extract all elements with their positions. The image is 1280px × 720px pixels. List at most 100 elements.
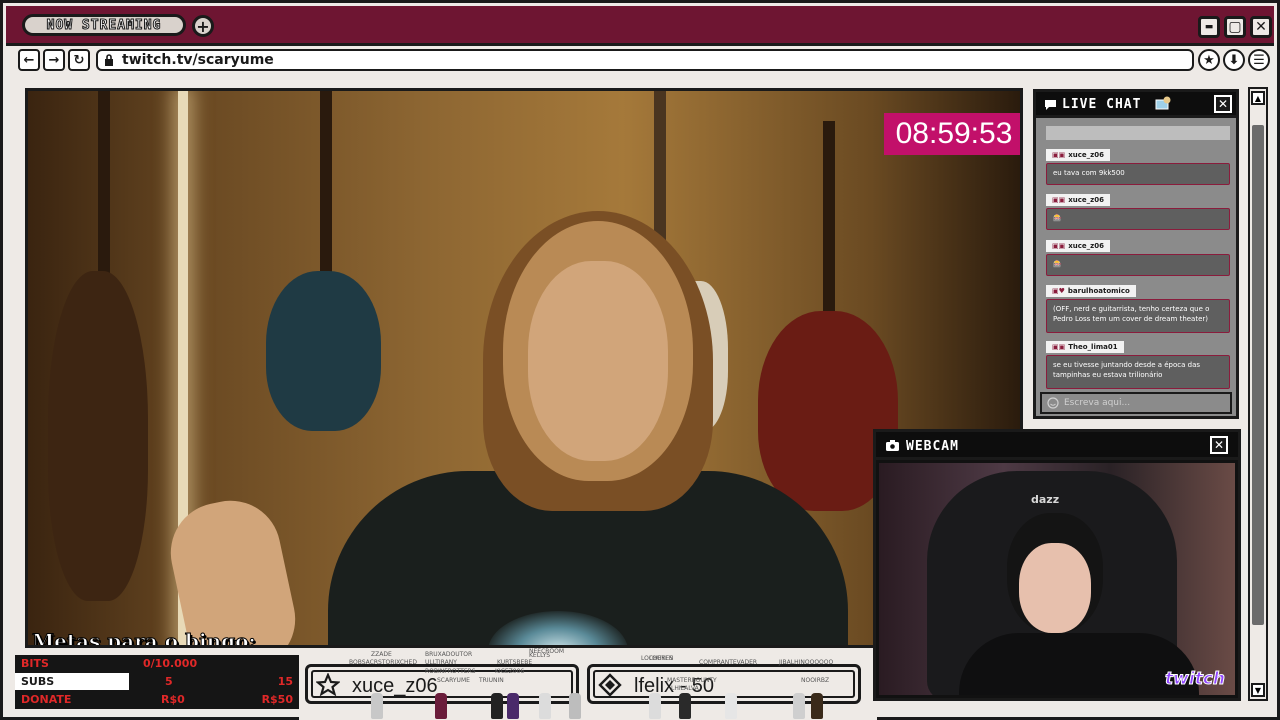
emoji-icon[interactable] xyxy=(1047,397,1059,409)
live-chat-window: LIVE CHAT ✕ ▣▣ xuce_z06 eu tava com 9kk50… xyxy=(1033,89,1239,419)
chat-user-badges-icon: ▣♥ xyxy=(1052,287,1065,295)
viewer-avatar xyxy=(679,693,691,719)
star-icon xyxy=(316,673,340,697)
chat-message: eu tava com 9kk500 xyxy=(1046,163,1230,185)
viewer-avatar xyxy=(725,693,737,719)
viewer-avatar xyxy=(569,693,581,719)
bookmark-button[interactable]: ★ xyxy=(1198,49,1220,71)
plus-icon: + xyxy=(196,16,210,36)
scroll-thumb[interactable] xyxy=(1252,125,1264,625)
now-streaming-badge: NOW STREAMING xyxy=(22,14,186,36)
chat-header: LIVE CHAT ✕ xyxy=(1036,92,1236,118)
chat-username: ▣▣ xuce_z06 xyxy=(1046,240,1110,252)
menu-button[interactable]: ☰ xyxy=(1248,49,1270,71)
chat-message: 🎰 xyxy=(1046,208,1230,230)
chat-user-badges-icon: ▣▣ xyxy=(1052,343,1066,351)
goal-row-bits: BITS 0/10.000 xyxy=(15,655,299,672)
viewer-avatar xyxy=(649,693,661,719)
chat-username: ▣▣ xuce_z06 xyxy=(1046,194,1110,206)
viewer-avatar xyxy=(793,693,805,719)
viewer-name: KURTSBEBE xyxy=(497,659,533,666)
goal-label: DONATE xyxy=(21,693,72,706)
computer-user-icon xyxy=(1155,96,1171,110)
goal-value: 5 xyxy=(165,675,173,688)
twitch-logo: twitch xyxy=(1165,669,1226,690)
maximize-button[interactable]: ▢ xyxy=(1224,16,1246,38)
chat-username: ▣♥ barulhoatomico xyxy=(1046,285,1136,297)
minimize-button[interactable]: ▬ xyxy=(1198,16,1220,38)
viewer-name: KICEZ006 xyxy=(495,668,525,675)
url-bar[interactable]: twitch.tv/scaryume xyxy=(96,49,1194,71)
webcam-title: WEBCAM xyxy=(906,439,959,454)
close-icon: ✕ xyxy=(1255,19,1267,35)
chat-input-placeholder: Escreva aqui... xyxy=(1064,398,1131,408)
viewer-avatar xyxy=(371,693,383,719)
refresh-button[interactable]: ↻ xyxy=(68,49,90,71)
viewer-name: JIBALHINOOOOOO xyxy=(779,659,834,666)
last-follower-name: xuce_z06 xyxy=(352,675,438,697)
close-icon: ✕ xyxy=(1217,97,1229,111)
viewer-avatar xyxy=(435,693,447,719)
chat-message: se eu tivesse juntando desde a época das… xyxy=(1046,355,1230,389)
viewer-name: BRUXADOUTOR xyxy=(425,651,473,658)
close-chat-button[interactable]: ✕ xyxy=(1214,95,1232,113)
chat-message: (OFF, nerd e guitarrista, tenho certeza … xyxy=(1046,299,1230,333)
webcam-header: WEBCAM ✕ xyxy=(876,432,1238,460)
maximize-icon: ▢ xyxy=(1228,19,1242,35)
chat-username: ▣▣ xuce_z06 xyxy=(1046,149,1110,161)
viewer-name: MASTERBOUNTY xyxy=(667,677,717,684)
viewer-name: TRIUNIN xyxy=(479,677,504,684)
scroll-up-arrow-icon[interactable]: ▲ xyxy=(1251,91,1265,105)
goal-target: 15 xyxy=(277,675,293,688)
person-face xyxy=(528,261,668,461)
chat-username: ▣▣ Theo_lima01 xyxy=(1046,341,1124,353)
goal-value: R$0 xyxy=(161,693,185,706)
goal-target: R$50 xyxy=(261,693,293,706)
star-icon: ★ xyxy=(1203,52,1215,68)
streamer-face xyxy=(1019,543,1091,633)
streamer-body xyxy=(959,633,1199,695)
viewer-avatar xyxy=(811,693,823,719)
close-icon: ✕ xyxy=(1213,438,1225,452)
viewer-name: ULLTIRANY xyxy=(425,659,457,666)
bingo-goals-title: Metas para o bingo: xyxy=(32,629,257,648)
chat-message: 🎰 xyxy=(1046,254,1230,276)
now-streaming-label: NOW STREAMING xyxy=(46,17,162,33)
add-tab-button[interactable]: + xyxy=(192,15,214,37)
forward-button[interactable]: → xyxy=(43,49,65,71)
camera-icon xyxy=(886,440,899,451)
refresh-icon: ↻ xyxy=(73,52,85,68)
speech-bubble-icon xyxy=(1045,100,1056,110)
viewer-avatar xyxy=(539,693,551,719)
download-button[interactable]: ⬇ xyxy=(1223,49,1245,71)
viewer-name: NOOIRBZ xyxy=(801,677,830,684)
viewer-name: ROBINFROTTERS xyxy=(425,668,476,675)
viewer-name: KELLYS xyxy=(529,652,551,659)
webcam-window: WEBCAM ✕ dazz twitch xyxy=(873,429,1241,701)
browser-nav-bar: ← → ↻ twitch.tv/scaryume ★ ⬇ ☰ xyxy=(6,46,1274,76)
forward-arrow-icon: → xyxy=(48,52,60,68)
chat-user-badges-icon: ▣▣ xyxy=(1052,242,1066,250)
goal-value: 0/10.000 xyxy=(143,657,198,670)
vertical-scrollbar[interactable]: ▲ ▼ xyxy=(1248,87,1268,701)
guitar-left xyxy=(48,271,148,601)
viewer-name: LHILALVA xyxy=(671,685,699,692)
chat-input[interactable]: Escreva aqui... xyxy=(1040,392,1232,414)
guitar-blue xyxy=(266,271,381,431)
viewer-name: SCARYUME xyxy=(437,677,470,684)
goal-label: SUBS xyxy=(21,675,55,688)
close-webcam-button[interactable]: ✕ xyxy=(1210,436,1228,454)
scroll-down-arrow-icon[interactable]: ▼ xyxy=(1251,683,1265,697)
chair-brand-label: dazz xyxy=(1031,493,1060,506)
viewer-name: BOBSACRSTORIXCHED xyxy=(349,659,417,666)
guitar-neck-red xyxy=(823,121,835,321)
stream-timer: 08:59:53 xyxy=(884,113,1020,155)
close-window-button[interactable]: ✕ xyxy=(1250,16,1272,38)
viewer-name: ZZADE xyxy=(371,651,392,658)
goal-row-donate: DONATE R$0 R$50 xyxy=(15,691,299,708)
viewer-avatar xyxy=(507,693,519,719)
hamburger-menu-icon: ☰ xyxy=(1253,52,1265,68)
back-button[interactable]: ← xyxy=(18,49,40,71)
url-text: twitch.tv/scaryume xyxy=(122,52,274,68)
goal-label: BITS xyxy=(21,657,49,670)
